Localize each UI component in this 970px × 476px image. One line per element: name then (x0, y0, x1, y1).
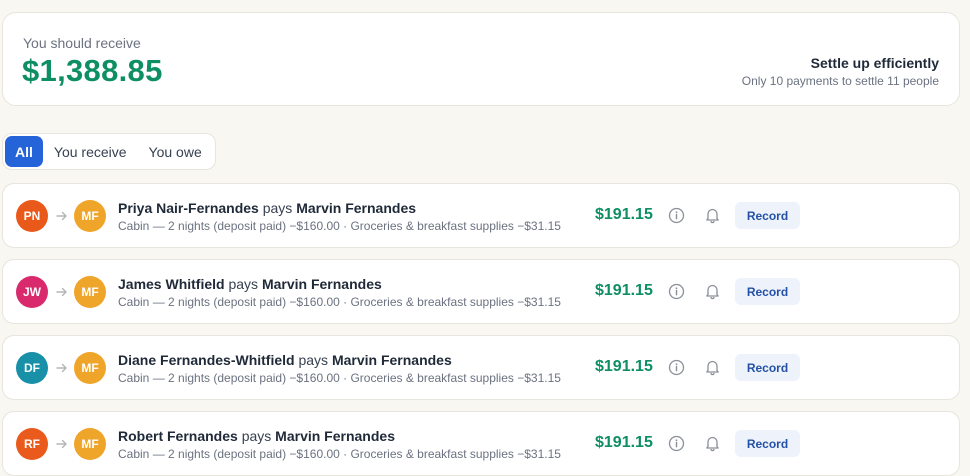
settle-subtitle: Only 10 payments to settle 11 people (741, 74, 939, 88)
record-button[interactable]: Record (735, 430, 800, 457)
pays-connector: pays (228, 276, 259, 292)
info-icon[interactable] (668, 283, 685, 300)
settlement-row: JW MF James Whitfield pays Marvin Fernan… (2, 259, 960, 324)
settlement-details: Cabin — 2 nights (deposit paid) −$160.00… (118, 447, 561, 461)
record-button[interactable]: Record (735, 278, 800, 305)
record-button[interactable]: Record (735, 354, 800, 381)
settlement-amount: $191.15 (595, 282, 653, 299)
pays-connector: pays (298, 352, 329, 368)
payer-name: Priya Nair-Fernandes (118, 200, 259, 216)
payee-avatar: MF (74, 276, 106, 308)
receive-label: You should receive (23, 35, 141, 51)
arrow-right-icon (56, 287, 67, 297)
info-icon[interactable] (668, 435, 685, 452)
payee-avatar: MF (74, 352, 106, 384)
payer-avatar: PN (16, 200, 48, 232)
tab-you-receive[interactable]: You receive (43, 136, 138, 167)
tab-all[interactable]: All (5, 136, 43, 167)
bell-icon[interactable] (704, 434, 721, 452)
settlement-row: RF MF Robert Fernandes pays Marvin Ferna… (2, 411, 960, 476)
settlement-row: DF MF Diane Fernandes-Whitfield pays Mar… (2, 335, 960, 400)
record-button[interactable]: Record (735, 202, 800, 229)
settlement-title: James Whitfield pays Marvin Fernandes (118, 276, 382, 292)
payee-name: Marvin Fernandes (275, 428, 395, 444)
settlement-title: Robert Fernandes pays Marvin Fernandes (118, 428, 395, 444)
pays-connector: pays (262, 200, 293, 216)
settlement-amount: $191.15 (595, 206, 653, 223)
payer-name: Diane Fernandes-Whitfield (118, 352, 295, 368)
settlement-amount: $191.15 (595, 434, 653, 451)
info-icon[interactable] (668, 359, 685, 376)
settle-title: Settle up efficiently (810, 55, 939, 71)
bell-icon[interactable] (704, 282, 721, 300)
payer-avatar: RF (16, 428, 48, 460)
arrow-right-icon (56, 363, 67, 373)
receive-amount: $1,388.85 (22, 53, 163, 88)
info-icon[interactable] (668, 207, 685, 224)
payee-name: Marvin Fernandes (261, 276, 382, 292)
bell-icon[interactable] (704, 358, 721, 376)
arrow-right-icon (56, 211, 67, 221)
bell-icon[interactable] (704, 206, 721, 224)
payer-name: Robert Fernandes (118, 428, 238, 444)
settlement-row: PN MF Priya Nair-Fernandes pays Marvin F… (2, 183, 960, 248)
payee-avatar: MF (74, 428, 106, 460)
payer-avatar: DF (16, 352, 48, 384)
payer-name: James Whitfield (118, 276, 225, 292)
settlement-amount: $191.15 (595, 358, 653, 375)
settlement-title: Diane Fernandes-Whitfield pays Marvin Fe… (118, 352, 452, 368)
pays-connector: pays (241, 428, 272, 444)
settlement-details: Cabin — 2 nights (deposit paid) −$160.00… (118, 295, 561, 309)
filter-tabs: All You receive You owe (2, 133, 216, 170)
payee-avatar: MF (74, 200, 106, 232)
settlement-title: Priya Nair-Fernandes pays Marvin Fernand… (118, 200, 416, 216)
settlement-details: Cabin — 2 nights (deposit paid) −$160.00… (118, 371, 561, 385)
payee-name: Marvin Fernandes (331, 352, 452, 368)
payer-avatar: JW (16, 276, 48, 308)
arrow-right-icon (56, 439, 67, 449)
settlement-details: Cabin — 2 nights (deposit paid) −$160.00… (118, 219, 561, 233)
balance-summary-card: You should receive $1,388.85 Settle up e… (2, 12, 960, 106)
tab-you-owe[interactable]: You owe (138, 136, 213, 167)
payee-name: Marvin Fernandes (296, 200, 417, 216)
